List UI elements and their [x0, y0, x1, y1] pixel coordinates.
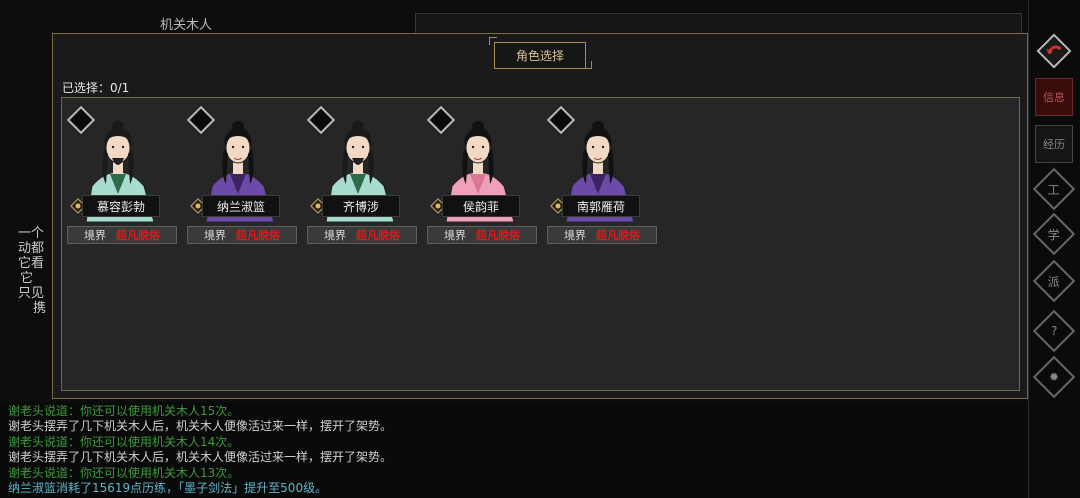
character-name: 南郭雁荷: [562, 195, 640, 217]
back-arrow-button[interactable]: [1035, 32, 1073, 70]
realm-row: 境界 超凡脱俗: [307, 226, 417, 244]
realm-value: 超凡脱俗: [116, 229, 160, 242]
realm-row: 境界 超凡脱俗: [187, 226, 297, 244]
scene-text-line: 它: [20, 271, 34, 286]
character-card[interactable]: 侯韵菲境界 超凡脱俗: [422, 104, 537, 244]
scene-title: 机关木人: [160, 18, 213, 33]
sidebar-menu-4[interactable]: 学: [1032, 212, 1076, 256]
character-grid: 慕容彭勃 境界 超凡脱俗 纳兰淑篮 境界 超凡脱俗 齐博涉 境界 超凡脱俗 侯韵菲 境界 超凡脱俗 南郭…: [61, 97, 1020, 391]
log-line: 谢老头摆弄了几下机关木人后，机关木人便像活过来一样，摆开了架势。: [8, 419, 393, 434]
realm-label: 境界: [324, 229, 346, 242]
sidebar-menu-6[interactable]: ?: [1032, 309, 1076, 353]
sidebar-menu-7[interactable]: ✹: [1032, 355, 1076, 399]
message-log: 谢老头说道：你还可以使用机关木人15次。 谢老头摆弄了几下机关木人后，机关木人便像…: [0, 402, 1028, 498]
ornament-corner: [489, 37, 497, 45]
character-card[interactable]: 慕容彭勃境界 超凡脱俗: [62, 104, 177, 244]
realm-value: 超凡脱俗: [356, 229, 400, 242]
realm-label: 境界: [204, 229, 226, 242]
sidebar-menu-label: ?: [1050, 324, 1058, 338]
sidebar-tab-label: 信息: [1035, 78, 1073, 116]
character-card[interactable]: 纳兰淑篮境界 超凡脱俗: [182, 104, 297, 244]
realm-row: 境界 超凡脱俗: [547, 226, 657, 244]
scene-description: 一个 动都 它看它只见携: [18, 226, 46, 316]
character-card[interactable]: 南郭雁荷境界 超凡脱俗: [542, 104, 657, 244]
sidebar-tab-label: 经历: [1035, 125, 1073, 163]
back-arrow-icon: [1036, 33, 1072, 69]
sidebar-menu-label: ✹: [1048, 370, 1060, 384]
dialog-title: 角色选择: [494, 42, 586, 69]
realm-value: 超凡脱俗: [236, 229, 280, 242]
sidebar-diamond-icon: ✹: [1032, 355, 1076, 399]
scene-text-line: 它看: [18, 256, 45, 271]
log-line: 谢老头摆弄了几下机关木人后，机关木人便像活过来一样，摆开了架势。: [8, 450, 393, 465]
sidebar-menu-label: 学: [1047, 227, 1061, 242]
realm-row: 境界 超凡脱俗: [67, 226, 177, 244]
character-name: 慕容彭勃: [82, 195, 160, 217]
sidebar-diamond-icon: 学: [1032, 212, 1076, 256]
realm-label: 境界: [564, 229, 586, 242]
sidebar-tab-1[interactable]: 信息: [1035, 78, 1073, 116]
sidebar-diamond-icon: 派: [1032, 259, 1076, 303]
selected-count: 已选择：0/1: [62, 81, 130, 95]
scene-text-line: 只见: [18, 286, 45, 301]
sidebar-menu-3[interactable]: 工: [1032, 167, 1076, 211]
character-name: 侯韵菲: [442, 195, 520, 217]
character-name: 齐博涉: [322, 195, 400, 217]
realm-row: 境界 超凡脱俗: [427, 226, 537, 244]
dialog-title-text: 角色选择: [515, 49, 564, 63]
realm-value: 超凡脱俗: [476, 229, 520, 242]
log-line: 谢老头说道：你还可以使用机关木人13次。: [8, 465, 240, 480]
sidebar-diamond-icon: 工: [1032, 167, 1076, 211]
sidebar-diamond-icon: ?: [1032, 309, 1076, 353]
sidebar-menu-5[interactable]: 派: [1032, 259, 1076, 303]
scene-text-line: 一个: [18, 226, 45, 241]
realm-label: 境界: [84, 229, 106, 242]
sidebar-tab-2[interactable]: 经历: [1035, 125, 1073, 163]
character-select-dialog: 角色选择 已选择：0/1 慕容彭勃 境界 超凡脱俗 纳兰淑篮 境界 超凡脱俗 齐博涉 境界 超凡…: [52, 33, 1028, 399]
log-line: 纳兰淑篮消耗了15619点历练，「墨子剑法」提升至500级。: [8, 481, 328, 496]
realm-label: 境界: [444, 229, 466, 242]
right-sidebar: 信息经历工学派? ✹: [1028, 0, 1080, 498]
sidebar-menu-label: 派: [1047, 274, 1061, 289]
scene-text-line: 携: [33, 301, 47, 316]
sidebar-menu-label: 工: [1047, 182, 1061, 197]
realm-value: 超凡脱俗: [596, 229, 640, 242]
ornament-corner: [584, 61, 592, 69]
log-line: 谢老头说道：你还可以使用机关木人15次。: [8, 404, 240, 418]
character-name: 纳兰淑篮: [202, 195, 280, 217]
log-line: 谢老头说道：你还可以使用机关木人14次。: [8, 434, 240, 449]
character-card[interactable]: 齐博涉境界 超凡脱俗: [302, 104, 417, 244]
scene-text-line: 动都: [18, 241, 45, 256]
